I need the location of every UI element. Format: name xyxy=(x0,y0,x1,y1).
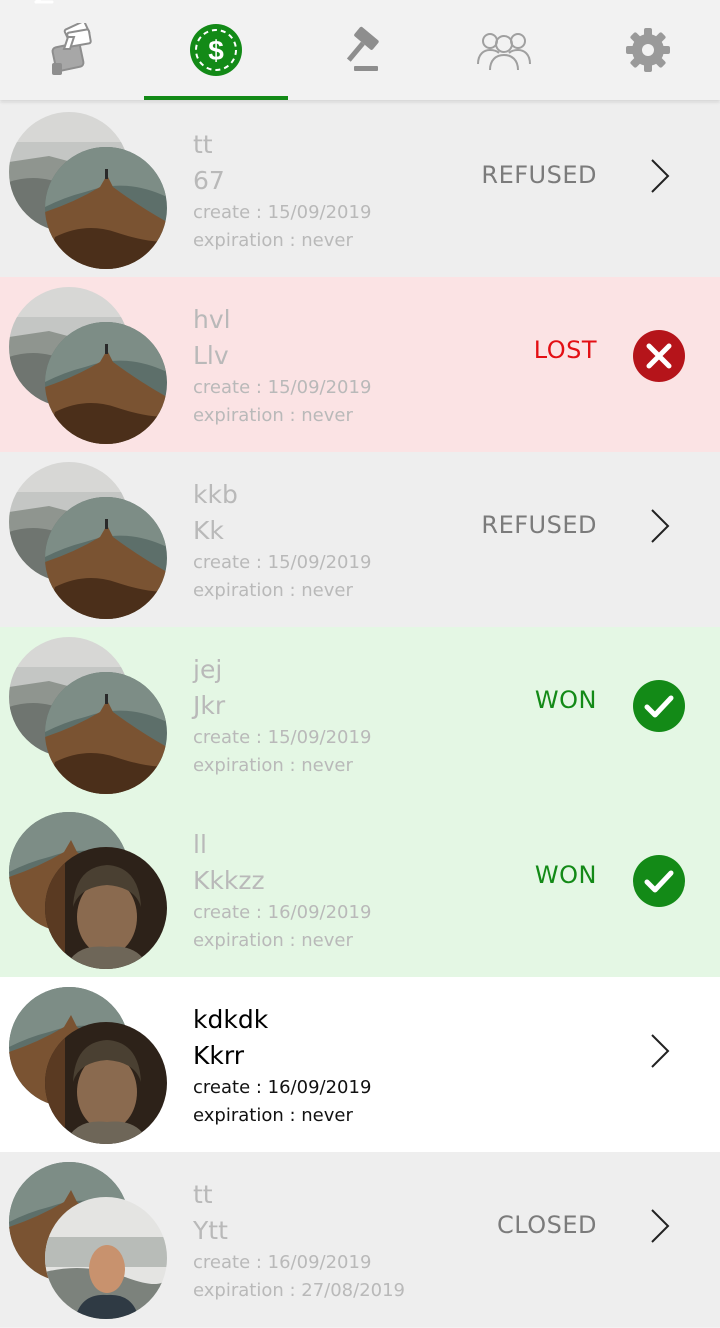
status-label: WON xyxy=(534,861,597,889)
bet-subtitle: Jkr xyxy=(193,691,226,720)
user-avatar xyxy=(45,497,167,619)
bet-title: tt xyxy=(193,1180,213,1209)
bet-info: tt 67 create : 15/09/2019 expiration : n… xyxy=(193,130,371,258)
chevron-right-icon[interactable] xyxy=(646,1031,674,1071)
bet-expiration: expiration : never xyxy=(193,230,353,251)
bet-created-date: create : 15/09/2019 xyxy=(193,552,372,573)
bet-row[interactable]: ll Kkkzz create : 16/09/2019 expiration … xyxy=(0,802,720,977)
bet-expiration: expiration : never xyxy=(193,580,353,601)
bet-row[interactable]: jej Jkr create : 15/09/2019 expiration :… xyxy=(0,627,720,802)
chevron-right-icon[interactable] xyxy=(646,506,674,546)
bet-row[interactable]: hvl Llv create : 15/09/2019 expiration :… xyxy=(0,277,720,452)
user-avatar xyxy=(45,147,167,269)
bet-expiration: expiration : never xyxy=(193,1105,353,1126)
status-label: REFUSED xyxy=(481,511,597,539)
chevron-right-icon[interactable] xyxy=(646,1206,674,1246)
status-label: LOST xyxy=(533,336,597,364)
bet-info: tt Ytt create : 16/09/2019 expiration : … xyxy=(193,1180,405,1308)
gavel-icon xyxy=(346,26,379,71)
user-avatar xyxy=(45,1197,167,1319)
bet-created-date: create : 15/09/2019 xyxy=(193,377,372,398)
active-tab-indicator xyxy=(144,96,288,100)
bet-created-date: create : 16/09/2019 xyxy=(193,1252,372,1273)
user-avatar xyxy=(45,322,167,444)
dollar-coin-icon: $ xyxy=(190,24,242,76)
tab-bets[interactable] xyxy=(0,0,144,100)
user-avatar xyxy=(45,672,167,794)
bet-subtitle: Kk xyxy=(193,516,224,545)
close-circle-icon[interactable] xyxy=(632,329,686,383)
bet-list: tt 67 create : 15/09/2019 expiration : n… xyxy=(0,102,720,1327)
bet-info: jej Jkr create : 15/09/2019 expiration :… xyxy=(193,655,371,783)
bet-subtitle: Kkrr xyxy=(193,1041,244,1070)
status-label: REFUSED xyxy=(481,161,597,189)
user-avatar xyxy=(45,847,167,969)
status-label: WON xyxy=(534,686,597,714)
bet-info: kkb Kk create : 15/09/2019 expiration : … xyxy=(193,480,371,608)
user-avatar xyxy=(45,1022,167,1144)
bet-expiration: expiration : 27/08/2019 xyxy=(193,1280,406,1301)
group-icon xyxy=(477,33,531,71)
tab-friends[interactable] xyxy=(432,0,576,100)
bet-info: hvl Llv create : 15/09/2019 expiration :… xyxy=(193,305,371,433)
tab-judge[interactable] xyxy=(288,0,432,100)
bet-info: ll Kkkzz create : 16/09/2019 expiration … xyxy=(193,830,371,958)
gear-icon xyxy=(626,28,670,72)
bet-title: ll xyxy=(193,830,207,859)
bet-row[interactable]: tt 67 create : 15/09/2019 expiration : n… xyxy=(0,102,720,277)
bet-title: hvl xyxy=(193,305,231,334)
hand-money-icon xyxy=(51,23,92,75)
chevron-right-icon[interactable] xyxy=(646,156,674,196)
bet-title: jej xyxy=(193,655,223,684)
status-label: CLOSED xyxy=(496,1211,597,1239)
bet-expiration: expiration : never xyxy=(193,930,353,951)
bet-row[interactable]: kdkdk Kkrr create : 16/09/2019 expiratio… xyxy=(0,977,720,1152)
bet-subtitle: Kkkzz xyxy=(193,866,265,895)
check-circle-icon[interactable] xyxy=(632,679,686,733)
tab-settings[interactable] xyxy=(576,0,720,100)
bet-expiration: expiration : never xyxy=(193,755,353,776)
check-circle-icon[interactable] xyxy=(632,854,686,908)
bet-created-date: create : 15/09/2019 xyxy=(193,727,372,748)
top-tab-bar: $ xyxy=(0,0,720,100)
svg-text:$: $ xyxy=(208,35,224,66)
bet-created-date: create : 16/09/2019 xyxy=(193,1077,372,1098)
bet-row[interactable]: tt Ytt create : 16/09/2019 expiration : … xyxy=(0,1152,720,1327)
bet-info: kdkdk Kkrr create : 16/09/2019 expiratio… xyxy=(193,1005,371,1133)
bet-title: kkb xyxy=(193,480,238,509)
bet-subtitle: 67 xyxy=(193,166,225,195)
bet-subtitle: Ytt xyxy=(193,1216,228,1245)
bet-created-date: create : 15/09/2019 xyxy=(193,202,372,223)
bet-title: tt xyxy=(193,130,213,159)
bet-expiration: expiration : never xyxy=(193,405,353,426)
bet-title: kdkdk xyxy=(193,1005,269,1034)
bet-created-date: create : 16/09/2019 xyxy=(193,902,372,923)
bet-subtitle: Llv xyxy=(193,341,229,370)
bet-row[interactable]: kkb Kk create : 15/09/2019 expiration : … xyxy=(0,452,720,627)
tab-money[interactable]: $ xyxy=(144,0,288,100)
